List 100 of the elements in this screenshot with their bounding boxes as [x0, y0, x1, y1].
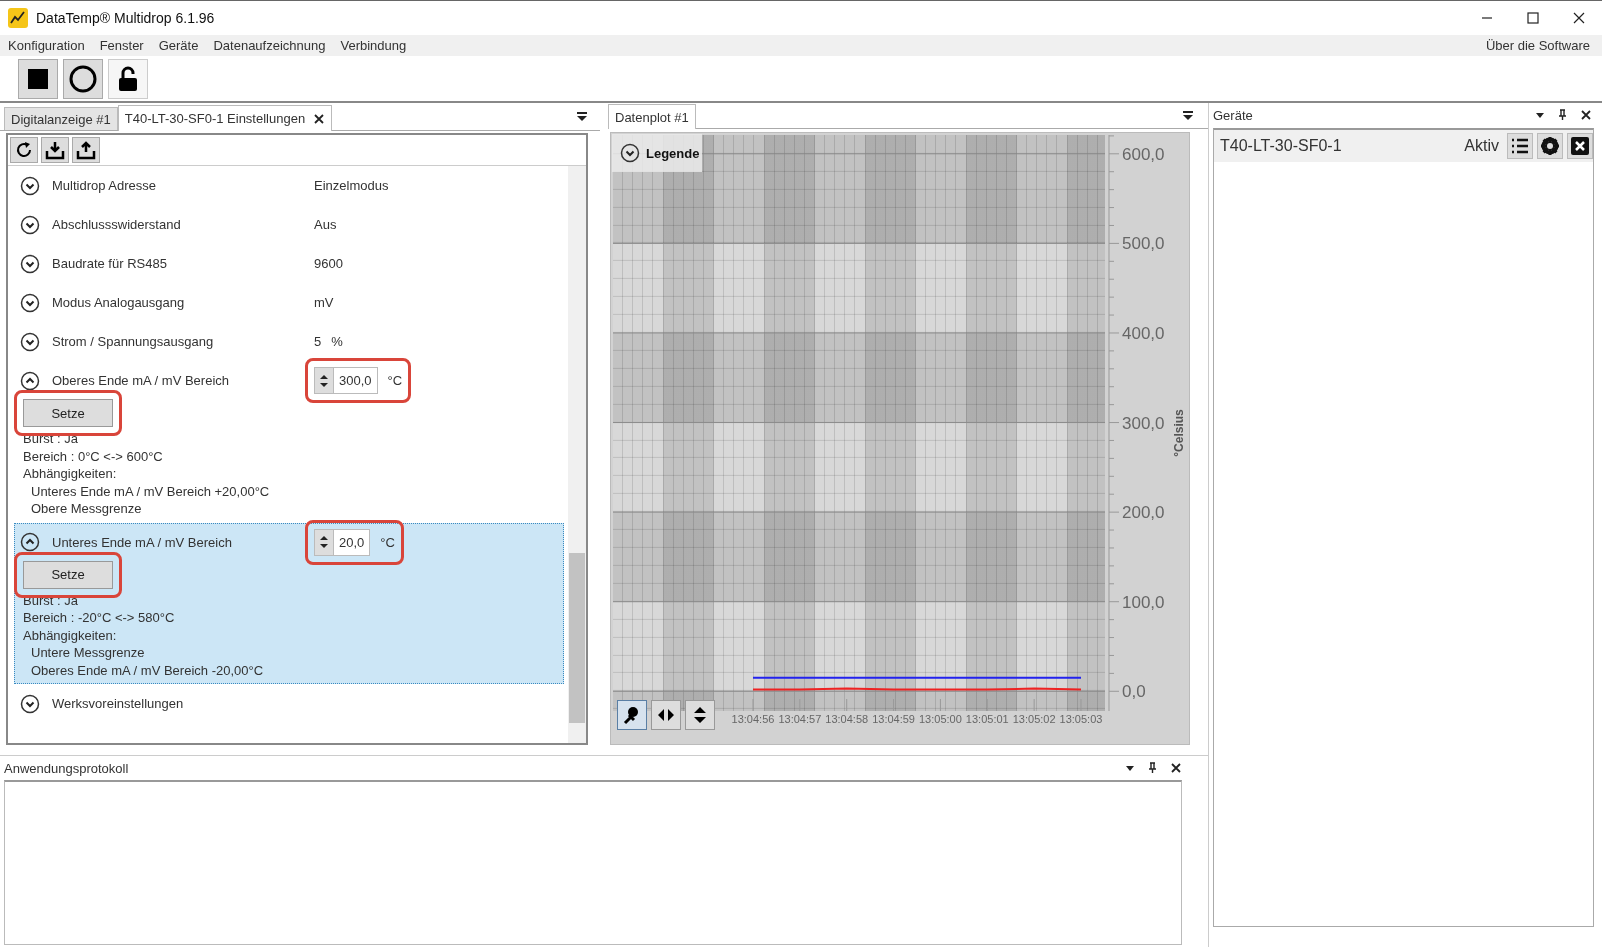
chevron-down-icon[interactable]: [20, 292, 40, 313]
detail-text: Abhängigkeiten:: [23, 465, 118, 483]
setting-label: Unteres Ende mA / mV Bereich: [52, 534, 233, 550]
menu-item[interactable]: Geräte: [158, 38, 199, 53]
setting-item[interactable]: Werksvoreinstellungen: [14, 684, 564, 723]
x-tick-label: 13:04:59: [872, 713, 915, 725]
setting-label: Modus Analogausgang: [52, 295, 186, 310]
y-tick-label: 100,0: [1122, 592, 1165, 612]
unit-label: °C: [387, 373, 403, 388]
x-tick-label: 13:04:56: [731, 713, 775, 725]
settings-button[interactable]: [1537, 133, 1563, 159]
pane-menu-icon[interactable]: [1182, 110, 1194, 121]
chevron-down-icon[interactable]: [20, 214, 40, 235]
setting-item[interactable]: Abschlussswiderstand Aus: [14, 205, 564, 244]
legend-header[interactable]: Legende: [612, 134, 702, 172]
setting-item[interactable]: Strom / Spannungsausgang 5 %: [14, 322, 564, 361]
setting-item[interactable]: Baudrate für RS485 9600: [14, 244, 564, 283]
setting-value: 9600: [314, 256, 343, 271]
setting-item[interactable]: Multidrop Adresse Einzelmodus: [14, 166, 564, 205]
vertical-zoom-button[interactable]: [685, 700, 715, 730]
set-button[interactable]: Setze: [23, 399, 113, 427]
remove-button[interactable]: [1567, 133, 1593, 159]
refresh-icon: [14, 140, 34, 160]
x-tick-label: 13:05:02: [1012, 713, 1056, 725]
chevron-down-icon[interactable]: [20, 253, 40, 274]
chevron-down-icon[interactable]: [20, 693, 40, 714]
tab[interactable]: Digitalanzeige #1: [4, 107, 118, 130]
scrollbar[interactable]: [568, 166, 586, 743]
horizontal-zoom-button[interactable]: [651, 700, 681, 730]
dropdown-arrow-icon[interactable]: [1125, 763, 1135, 773]
menu-item[interactable]: Konfiguration: [8, 38, 85, 53]
spinner-value: 300,0: [338, 373, 373, 388]
unit-label: °C: [380, 534, 395, 550]
pane-menu-icon[interactable]: [576, 111, 588, 122]
chevron-down-icon[interactable]: [20, 331, 40, 352]
setting-value: mV: [314, 295, 334, 310]
dropdown-arrow-icon[interactable]: [1535, 110, 1545, 120]
chevron-up-icon[interactable]: [20, 532, 40, 552]
maximize-icon[interactable]: [1527, 12, 1539, 24]
setting-label: Strom / Spannungsausgang: [52, 334, 215, 349]
chevron-up-icon[interactable]: [20, 370, 40, 391]
detail-text: Bereich : 0°C <-> 600°C: [23, 447, 164, 465]
refresh-button[interactable]: [10, 137, 38, 163]
device-name: T40-LT-30-SF0-1: [1220, 137, 1343, 155]
spin-buttons[interactable]: [315, 368, 334, 393]
tab-label: Datenplot #1: [615, 109, 689, 125]
device-status: Aktiv: [1464, 137, 1499, 155]
setting-label: Baudrate für RS485: [52, 256, 168, 271]
setting-value: 5: [314, 334, 322, 349]
download-button[interactable]: [41, 137, 69, 163]
list-button[interactable]: [1507, 133, 1533, 159]
close-icon[interactable]: [1580, 109, 1592, 121]
pin-button[interactable]: [617, 700, 647, 730]
menu-item[interactable]: Verbindung: [340, 38, 407, 53]
tab-label: T40-LT-30-SF0-1 Einstellungen: [124, 111, 306, 126]
scroll-thumb[interactable]: [569, 553, 585, 723]
chevron-down-icon[interactable]: [620, 143, 640, 163]
record-button[interactable]: [63, 58, 103, 99]
detail-text: Bereich : -20°C <-> 580°C: [23, 609, 176, 627]
detail-text: Abhängigkeiten:: [23, 626, 118, 644]
x-tick-label: 13:05:00: [919, 713, 962, 725]
x-tick-label: 13:05:01: [965, 713, 1009, 725]
menu-item[interactable]: Über die Software: [1485, 38, 1590, 53]
tab[interactable]: T40-LT-30-SF0-1 Einstellungen: [117, 105, 333, 131]
close-icon[interactable]: [1573, 12, 1585, 24]
upload-button[interactable]: [72, 137, 100, 163]
number-spinner[interactable]: 20,0: [314, 528, 371, 556]
legend-label: Legende: [646, 145, 700, 161]
pin-icon[interactable]: [1147, 762, 1158, 774]
setting-value: Einzelmodus: [314, 178, 389, 193]
upload-icon: [76, 140, 96, 160]
close-icon[interactable]: [313, 112, 326, 125]
device-row[interactable]: T40-LT-30-SF0-1 Aktiv: [1214, 130, 1593, 162]
setting-label: Werksvoreinstellungen: [52, 696, 185, 711]
list-icon: [1510, 136, 1530, 156]
window-title: DataTemp® Multidrop 6.1.96: [36, 10, 216, 26]
y-tick-label: 300,0: [1122, 413, 1165, 433]
padlock-button[interactable]: [108, 58, 148, 99]
dependency-text: Oberes Ende mA / mV Bereich -20,00°C: [31, 661, 265, 679]
set-button[interactable]: Setze: [23, 560, 113, 589]
close-box-icon: [1570, 136, 1590, 156]
dependency-text: Unteres Ende mA / mV Bereich +20,00°C: [31, 482, 271, 500]
up-down-arrows-icon: [318, 533, 330, 551]
menu-item[interactable]: Fenster: [99, 38, 144, 53]
setting-item[interactable]: Modus Analogausgang mV: [14, 283, 564, 322]
settings-icon: [1540, 136, 1560, 156]
tab[interactable]: Datenplot #1: [608, 104, 696, 129]
chevron-down-icon[interactable]: [20, 175, 40, 196]
unit-label: %: [331, 334, 343, 349]
setting-value: Aus: [314, 217, 337, 232]
panel-title: Anwendungsprotokoll: [4, 760, 130, 776]
y-tick-label: 0,0: [1122, 682, 1146, 702]
number-spinner[interactable]: 300,0: [314, 367, 378, 394]
pin-icon[interactable]: [1557, 109, 1568, 121]
tab-label: Digitalanzeige #1: [11, 111, 111, 127]
stop-button[interactable]: [18, 58, 58, 99]
menu-item[interactable]: Datenaufzeichnung: [213, 38, 326, 53]
spin-buttons[interactable]: [315, 529, 334, 555]
close-icon[interactable]: [1170, 762, 1182, 774]
setting-label: Multidrop Adresse: [52, 178, 158, 193]
